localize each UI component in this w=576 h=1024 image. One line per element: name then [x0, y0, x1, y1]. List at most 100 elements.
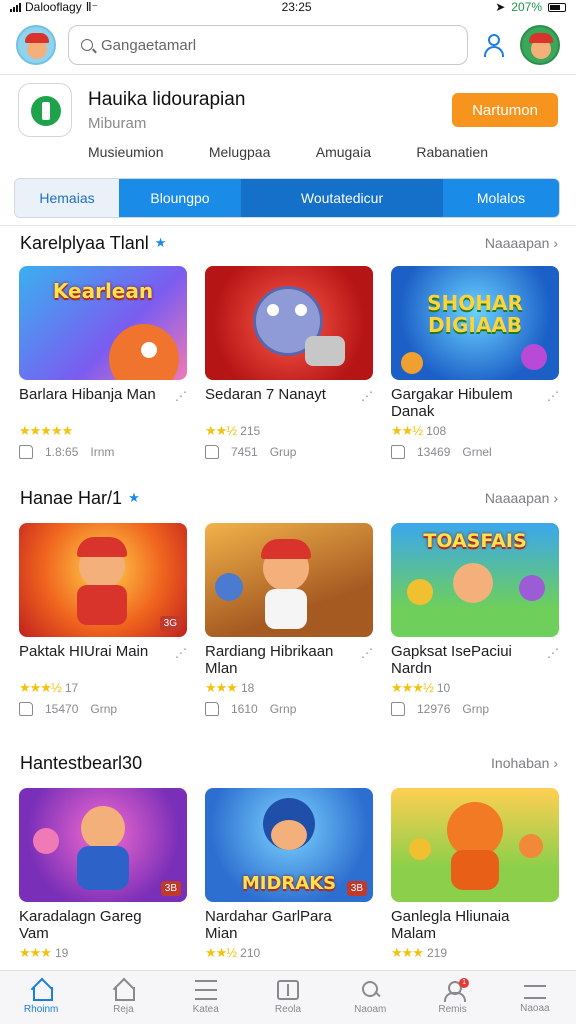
like-icon[interactable]: [391, 445, 405, 459]
featured-app: Hauika lidourapian Miburam Nartumon: [18, 82, 558, 138]
divider: [0, 225, 576, 226]
bottom-nav: Rhoinm Reja Katea Reola Naoam 1 Remis Na…: [0, 970, 576, 1024]
nav-reola[interactable]: Reola: [247, 971, 329, 1024]
game-thumbnail: [391, 788, 559, 902]
thumbnail-title: SHOHAR DIGIAAB: [427, 291, 523, 337]
like-icon[interactable]: [205, 702, 219, 716]
avatar[interactable]: [16, 25, 56, 65]
rating-count: 215: [240, 424, 261, 438]
section-title: Karelplyaa Tlanl: [20, 232, 149, 253]
like-count: 13469: [417, 445, 451, 459]
nav-menu[interactable]: Naoaa: [494, 971, 576, 1024]
nav-search[interactable]: Naoam: [329, 971, 411, 1024]
game-card[interactable]: Sedaran 7 Nanayt ⋰ ★★½ 215 7451 Grup: [205, 266, 373, 459]
game-title: Nardahar GarlPara Mian: [205, 908, 332, 942]
section-title: Hantestbearl30: [20, 752, 143, 773]
game-thumbnail: Kearlean: [19, 266, 187, 380]
nav-label: Reja: [113, 1004, 134, 1015]
nav-label: Rhoinm: [23, 1004, 59, 1015]
game-thumbnail: 3B: [19, 788, 187, 902]
game-title: Ganlegla Hliunaia Malam: [391, 908, 510, 942]
app-subtitle: Miburam: [88, 114, 147, 132]
status-bar: Dalooflagy Ⅱ⁻ 23:25 ➤ 207%: [0, 0, 576, 14]
section-title: Hanae Har/1: [20, 487, 123, 508]
rating-count: 17: [64, 681, 79, 695]
battery-percent: 207%: [511, 0, 542, 14]
rating-stars: ★★½: [391, 423, 423, 438]
more-icon[interactable]: ⋰: [361, 388, 373, 405]
see-all-link[interactable]: Naaaapan ›: [485, 490, 558, 506]
network-indicator: Ⅱ⁻: [85, 0, 98, 14]
tab-molalos[interactable]: Molalos: [443, 179, 559, 217]
subnav-item[interactable]: Rabanatien: [416, 144, 488, 166]
tab-hemaias[interactable]: Hemaias: [15, 179, 119, 217]
nav-label: Naoaa: [520, 1002, 550, 1014]
see-all-link[interactable]: Naaaapan ›: [485, 235, 558, 251]
game-card[interactable]: Ganlegla Hliunaia Malam ★★★ 219: [391, 788, 559, 961]
subnav-item[interactable]: Melugpaa: [209, 144, 271, 166]
more-icon[interactable]: ⋰: [547, 645, 559, 662]
game-badge: 3B: [160, 881, 181, 896]
like-icon[interactable]: [19, 702, 33, 716]
nav-katea[interactable]: Katea: [165, 971, 247, 1024]
thumbnail-title: MIDRAKS: [241, 873, 337, 894]
nav-reja[interactable]: Reja: [82, 971, 164, 1024]
top-header: Gangaetamarl: [0, 18, 576, 72]
game-card[interactable]: Rardiang Hibrikaan Mlan ⋰ ★★★ 18 1610 Grnp: [205, 523, 373, 716]
game-title: Sedaran 7 Nanayt: [205, 386, 326, 403]
rating-count: 10: [436, 681, 451, 695]
rating-count: 18: [240, 681, 255, 695]
stat-label: Grup: [269, 445, 297, 459]
game-thumbnail: MIDRAKS 3B: [205, 788, 373, 902]
game-title: Gapksat IsePaciui Nardn: [391, 643, 512, 677]
nav-home[interactable]: Rhoinm: [0, 971, 82, 1024]
tab-woutatedicur[interactable]: Woutatedicur: [241, 179, 443, 217]
rating-stars: ★★★: [19, 945, 52, 960]
rating-count: 219: [426, 946, 447, 960]
rating-count: 19: [54, 946, 69, 960]
game-card[interactable]: Kearlean Barlara Hibanja Man ⋰ ★★★★★ 1.8:…: [19, 266, 187, 459]
search-icon: [359, 980, 381, 1000]
rating-stars: ★★★: [205, 680, 238, 695]
game-card[interactable]: 3B Karadalagn Gareg Vam ★★★ 19: [19, 788, 187, 961]
section-header: Hanae Har/1 ★ Naaaapan ›: [20, 487, 558, 509]
more-icon[interactable]: ⋰: [175, 388, 187, 405]
more-icon[interactable]: ⋰: [175, 645, 187, 662]
thumbnail-title: Kearlean: [52, 279, 154, 303]
like-icon[interactable]: [205, 445, 219, 459]
search-icon: [81, 39, 93, 51]
game-thumbnail: [205, 266, 373, 380]
stat-label: Grnp: [269, 702, 297, 716]
like-count: 1.8:65: [45, 445, 79, 459]
see-all-link[interactable]: Inohaban ›: [491, 755, 558, 771]
game-card[interactable]: 3G Paktak HIUrai Main ⋰ ★★★½ 17 15470 Grnp: [19, 523, 187, 716]
profile-icon[interactable]: [480, 31, 508, 59]
stat-label: Grnel: [462, 445, 492, 459]
section-header: Hantestbearl30 Inohaban ›: [20, 752, 558, 774]
subnav-item[interactable]: Musieumion: [88, 144, 163, 166]
more-icon[interactable]: ⋰: [547, 388, 559, 405]
game-title: Karadalagn Gareg Vam: [19, 908, 142, 942]
divider: [0, 74, 576, 75]
carrier-name: Dalooflagy: [25, 0, 82, 14]
game-card[interactable]: TOASFAIS Gapksat IsePaciui Nardn ⋰ ★★★½ 10…: [391, 523, 559, 716]
search-input[interactable]: Gangaetamarl: [68, 25, 468, 65]
nav-profile[interactable]: 1 Remis: [411, 971, 493, 1024]
list-icon: [194, 980, 217, 1000]
game-title: Barlara Hibanja Man: [19, 386, 156, 403]
game-card[interactable]: SHOHAR DIGIAAB Gargakar Hibulem Danak ⋰ ★…: [391, 266, 559, 459]
subnav-item[interactable]: Amugaia: [316, 144, 371, 166]
like-icon[interactable]: [19, 445, 33, 459]
status-time: 23:25: [281, 0, 312, 14]
stat-label: Grnp: [90, 702, 118, 716]
like-icon[interactable]: [391, 702, 405, 716]
action-button[interactable]: Nartumon: [452, 93, 558, 127]
game-card[interactable]: MIDRAKS 3B Nardahar GarlPara Mian ★★½ 210: [205, 788, 373, 961]
stat-label: Grnp: [462, 702, 490, 716]
grid-icon: [276, 980, 299, 1000]
tab-bloungpo[interactable]: Bloungpo: [119, 179, 241, 217]
account-avatar[interactable]: [520, 25, 560, 65]
home-icon: [30, 980, 54, 1001]
thumbnail-title: TOASFAIS: [423, 530, 527, 552]
more-icon[interactable]: ⋰: [361, 645, 373, 662]
